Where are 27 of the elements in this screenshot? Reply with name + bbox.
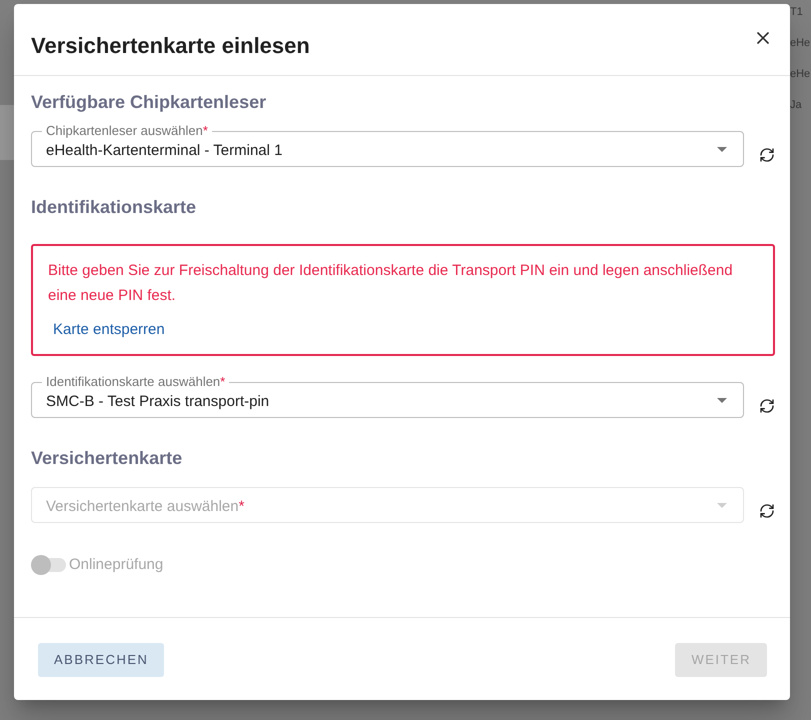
background-text: eHe xyxy=(790,67,810,82)
background-text: Ja xyxy=(790,98,803,113)
required-mark: * xyxy=(238,496,244,516)
field-value: eHealth-Kartenterminal - Terminal 1 xyxy=(46,140,282,160)
refresh-button[interactable] xyxy=(759,147,775,163)
unlock-link[interactable]: Karte entsperren xyxy=(48,318,170,342)
refresh-icon xyxy=(759,147,775,163)
field-value: SMC-B - Test Praxis transport-pin xyxy=(46,392,270,412)
cancel-button[interactable]: ABBRECHEN xyxy=(38,643,164,677)
caret-icon xyxy=(717,146,727,152)
toggle-label: Onlineprüfung xyxy=(69,555,164,575)
refresh-button[interactable] xyxy=(759,503,775,519)
section-heading: Verfügbare Chipkartenleser xyxy=(31,91,268,114)
caret-icon xyxy=(717,502,727,508)
alert-message: Bitte geben Sie zur Freischaltung der Identifikationskarte die Transport PIN ein und legen anschließend eine neue PIN fest. xyxy=(48,261,734,306)
refresh-icon xyxy=(759,398,775,414)
field-placeholder: Versichertenkarte auswählen xyxy=(46,496,239,516)
background-text: eHe xyxy=(790,36,810,51)
caret-icon xyxy=(717,398,727,402)
field-label: Chipkartenleser auswählen xyxy=(42,123,203,139)
section-heading: Identifikationskarte xyxy=(31,196,198,219)
refresh-button[interactable] xyxy=(759,398,775,414)
background-panel xyxy=(0,105,14,160)
background-text: T1 xyxy=(790,5,804,20)
dialog-title: Versichertenkarte einlesen xyxy=(31,32,310,60)
refresh-icon xyxy=(759,503,775,519)
section-heading: Versichertenkarte xyxy=(31,447,184,470)
